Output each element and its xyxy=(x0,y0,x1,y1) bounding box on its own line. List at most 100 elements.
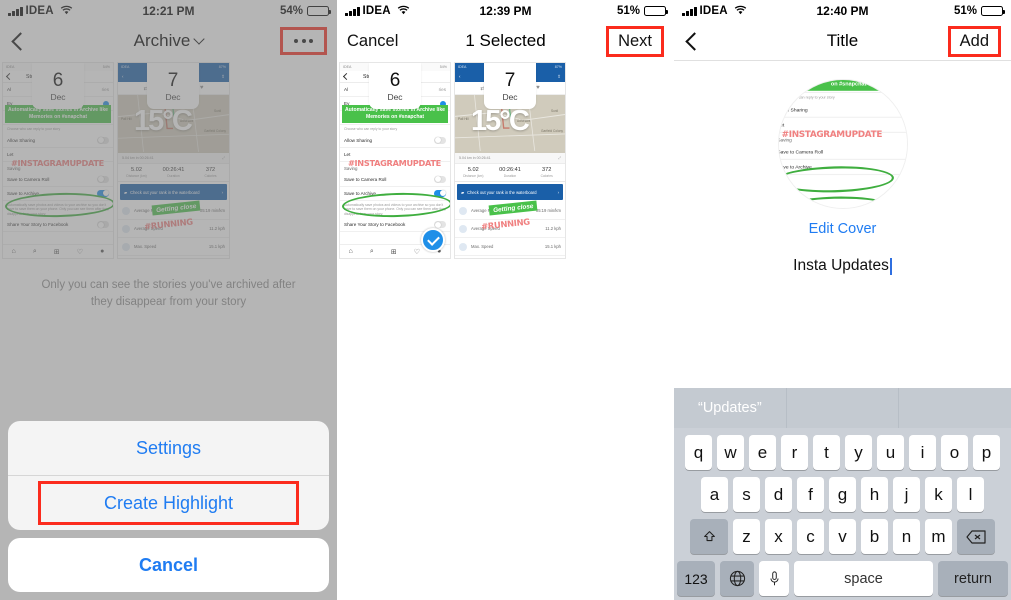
metric-value: 15.1 kph xyxy=(208,244,225,249)
highlight-title-input[interactable]: Insta Updates xyxy=(793,257,892,275)
prediction-slot-1[interactable]: “Updates” xyxy=(674,388,787,428)
stats-row: 5.02 Distance (km) 00:26:41 Duration 372 Ca… xyxy=(118,164,229,182)
key-t[interactable]: t xyxy=(813,435,840,470)
toggle-off xyxy=(906,105,907,114)
row-label: Allow Sharing xyxy=(777,106,808,112)
date-badge: 6 Dec xyxy=(369,63,421,109)
chevron-right-icon: › xyxy=(221,189,223,195)
story-thumbnail-running[interactable]: IDEA8:05 AM87% ‹/17 - 7:33 AM⇪ ⇄♥ xyxy=(117,62,230,259)
cancel-button[interactable]: Cancel xyxy=(347,32,398,51)
key-u[interactable]: u xyxy=(877,435,904,470)
status-bar: IDEA 12:21 PM 54% xyxy=(0,0,337,22)
key-q[interactable]: q xyxy=(685,435,712,470)
key-g[interactable]: g xyxy=(829,477,856,512)
expand-icon: ⤢ xyxy=(222,156,225,160)
heart-icon: ♥ xyxy=(536,85,540,91)
toggle-off xyxy=(434,136,446,144)
screenshot-triptych: IDEA 12:21 PM 54% Archive IDEA 54% Al ri… xyxy=(0,0,1011,600)
battery-icon xyxy=(981,5,1005,17)
maxspeed-icon xyxy=(122,242,130,251)
ellipsis-icon xyxy=(294,39,313,43)
key-n[interactable]: n xyxy=(893,519,920,554)
key-y[interactable]: y xyxy=(845,435,872,470)
key-b[interactable]: b xyxy=(861,519,888,554)
create-highlight-button[interactable]: Create Highlight xyxy=(8,475,329,530)
maxspeed-icon xyxy=(459,242,467,251)
toggle-off xyxy=(97,136,109,144)
key-i[interactable]: i xyxy=(909,435,936,470)
archive-grid: IDEA1:16 PM54% Story Settings Alries Ev … xyxy=(0,60,337,259)
cancel-button[interactable]: Cancel xyxy=(8,538,329,592)
dictation-key[interactable] xyxy=(759,561,789,596)
row-label: Save to Camera Roll xyxy=(7,176,50,182)
key-k[interactable]: k xyxy=(925,477,952,512)
status-right: 54% xyxy=(280,5,331,17)
edit-cover-link[interactable]: Edit Cover xyxy=(809,221,877,237)
selected-check-icon[interactable] xyxy=(421,228,445,252)
key-l[interactable]: l xyxy=(957,477,984,512)
key-z[interactable]: z xyxy=(733,519,760,554)
return-key[interactable]: return xyxy=(938,561,1008,596)
key-r[interactable]: r xyxy=(781,435,808,470)
prediction-slot-2[interactable] xyxy=(787,388,900,428)
share-icon: ⇪ xyxy=(221,73,225,79)
keyboard-row-4: 123 space return xyxy=(674,561,1011,596)
date-badge: 6 Dec xyxy=(32,63,84,109)
shift-key[interactable] xyxy=(690,519,728,554)
key-v[interactable]: v xyxy=(829,519,856,554)
back-button[interactable] xyxy=(10,31,30,51)
row-label: Al xyxy=(7,87,12,92)
back-button[interactable] xyxy=(684,31,704,51)
key-f[interactable]: f xyxy=(797,477,824,512)
more-options-button[interactable] xyxy=(280,27,327,55)
key-c[interactable]: c xyxy=(797,519,824,554)
add-label: Add xyxy=(959,31,989,50)
settings-button[interactable]: Settings xyxy=(8,421,329,475)
next-button[interactable]: Next xyxy=(606,25,664,57)
key-m[interactable]: m xyxy=(925,519,952,554)
key-j[interactable]: j xyxy=(893,477,920,512)
wifi-icon xyxy=(734,5,747,18)
key-h[interactable]: h xyxy=(861,477,888,512)
add-icon: ⊞ xyxy=(53,248,60,256)
key-p[interactable]: p xyxy=(973,435,1000,470)
key-x[interactable]: x xyxy=(765,519,792,554)
chevron-right-icon: › xyxy=(557,189,559,195)
home-icon: ⌂ xyxy=(348,248,353,255)
key-a[interactable]: a xyxy=(701,477,728,512)
stat-key: Duration xyxy=(167,174,180,178)
status-bar: IDEA 12:39 PM 51% xyxy=(337,0,674,22)
status-left: IDEA xyxy=(8,5,73,18)
key-e[interactable]: e xyxy=(749,435,776,470)
chevron-left-icon xyxy=(685,31,704,51)
text-cursor xyxy=(889,257,892,275)
space-key[interactable]: space xyxy=(794,561,933,596)
distance-summary: 5.04 km in 00:26:41 ⤢ xyxy=(118,153,229,164)
key-w[interactable]: w xyxy=(717,435,744,470)
row-label: Share Your Story to Facebook xyxy=(7,222,69,228)
stat-key: Duration xyxy=(503,174,517,178)
thumb-row-camera-roll: Save to Camera Roll xyxy=(778,144,907,160)
shift-icon xyxy=(703,531,715,542)
story-thumbnail-running[interactable]: IDEA8:05 AM87% ‹/17 - 7:33 AM⇪ ⇄♥ xyxy=(454,62,566,259)
globe-key[interactable] xyxy=(720,561,754,596)
add-button[interactable]: Add xyxy=(947,25,1001,57)
highlight-cover-preview[interactable]: IDEA1:16 PM54% Story Settings Al Ev Off … xyxy=(777,79,908,209)
keyboard-row-1: q w e r t y u i o p xyxy=(674,435,1011,470)
story-thumbnail-instagram[interactable]: IDEA1:16 PM54% Story Settings Alries Ev … xyxy=(339,62,451,259)
action-sheet-group: Settings Create Highlight xyxy=(8,421,329,530)
prediction-slot-3[interactable] xyxy=(899,388,1011,428)
key-s[interactable]: s xyxy=(733,477,760,512)
speed-icon xyxy=(122,224,130,233)
delete-key[interactable] xyxy=(957,519,995,554)
leaderboard-label: Check out your rank in the waterboard xyxy=(467,189,537,195)
numbers-key[interactable]: 123 xyxy=(677,561,715,596)
leaderboard-banner: ▰ Check out your rank in the waterboard › xyxy=(457,184,563,200)
stat-distance: 5.02 Distance (km) xyxy=(455,167,492,178)
key-d[interactable]: d xyxy=(765,477,792,512)
toggle-off xyxy=(434,175,446,183)
story-thumbnail-instagram[interactable]: IDEA1:16 PM54% Story Settings Alries Ev … xyxy=(2,62,114,259)
key-o[interactable]: o xyxy=(941,435,968,470)
carrier-label: IDEA xyxy=(699,5,728,17)
metric-label: Max. Speed xyxy=(471,244,494,249)
